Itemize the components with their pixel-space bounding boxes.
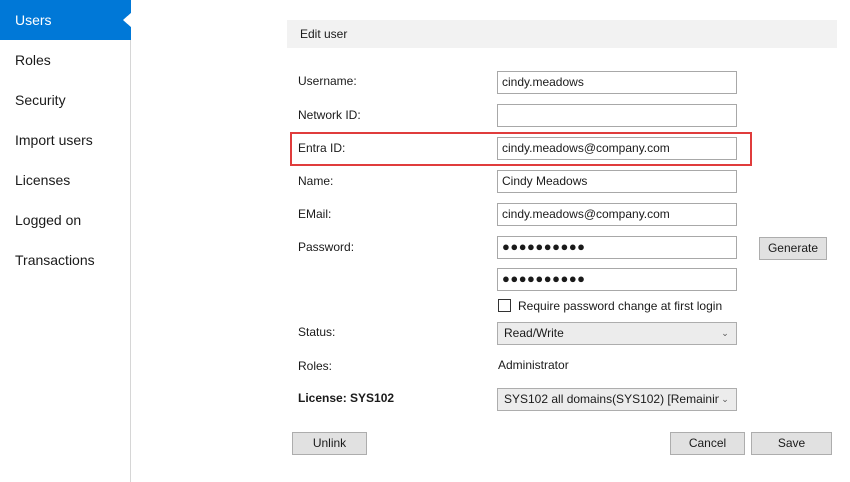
require-change-checkbox[interactable] <box>498 299 511 312</box>
roles-label: Roles: <box>298 359 333 373</box>
chevron-down-icon: ⌄ <box>719 389 731 410</box>
license-select[interactable]: SYS102 all domains(SYS102) [Remaining ⌄ <box>497 388 737 411</box>
license-select-value: SYS102 all domains(SYS102) [Remaining <box>504 392 729 406</box>
save-button[interactable]: Save <box>751 432 832 455</box>
name-label: Name: <box>298 174 334 188</box>
generate-button[interactable]: Generate <box>759 237 827 260</box>
email-label: EMail: <box>298 207 332 221</box>
username-field[interactable]: cindy.meadows <box>497 71 737 94</box>
email-field[interactable]: cindy.meadows@company.com <box>497 203 737 226</box>
chevron-down-icon: ⌄ <box>719 323 731 344</box>
roles-value: Administrator <box>498 358 569 372</box>
sidebar-item-logged-on[interactable]: Logged on <box>0 200 131 240</box>
sidebar-item-transactions[interactable]: Transactions <box>0 240 131 280</box>
sidebar-item-users[interactable]: Users <box>0 0 132 40</box>
name-field[interactable]: Cindy Meadows <box>497 170 737 193</box>
password-confirm-field[interactable]: ●●●●●●●●●● <box>497 268 737 291</box>
status-label: Status: <box>298 325 336 339</box>
network-id-label: Network ID: <box>298 108 361 122</box>
sidebar-item-import-users[interactable]: Import users <box>0 120 131 160</box>
cancel-button[interactable]: Cancel <box>670 432 745 455</box>
username-label: Username: <box>298 74 357 88</box>
sidebar-item-security[interactable]: Security <box>0 80 131 120</box>
sidebar-item-licenses[interactable]: Licenses <box>0 160 131 200</box>
license-label: License: SYS102 <box>298 391 395 405</box>
sidebar: Users Roles Security Import users Licens… <box>0 0 132 482</box>
sidebar-item-roles[interactable]: Roles <box>0 40 131 80</box>
entra-id-label: Entra ID: <box>298 141 346 155</box>
password-label: Password: <box>298 240 355 254</box>
status-select[interactable]: Read/Write ⌄ <box>497 322 737 345</box>
network-id-field[interactable] <box>497 104 737 127</box>
require-change-label: Require password change at first login <box>518 299 723 313</box>
entra-id-field[interactable]: cindy.meadows@company.com <box>497 137 737 160</box>
status-select-value: Read/Write <box>504 326 564 340</box>
unlink-button[interactable]: Unlink <box>292 432 367 455</box>
panel-title: Edit user <box>287 20 837 48</box>
password-field[interactable]: ●●●●●●●●●● <box>497 236 737 259</box>
